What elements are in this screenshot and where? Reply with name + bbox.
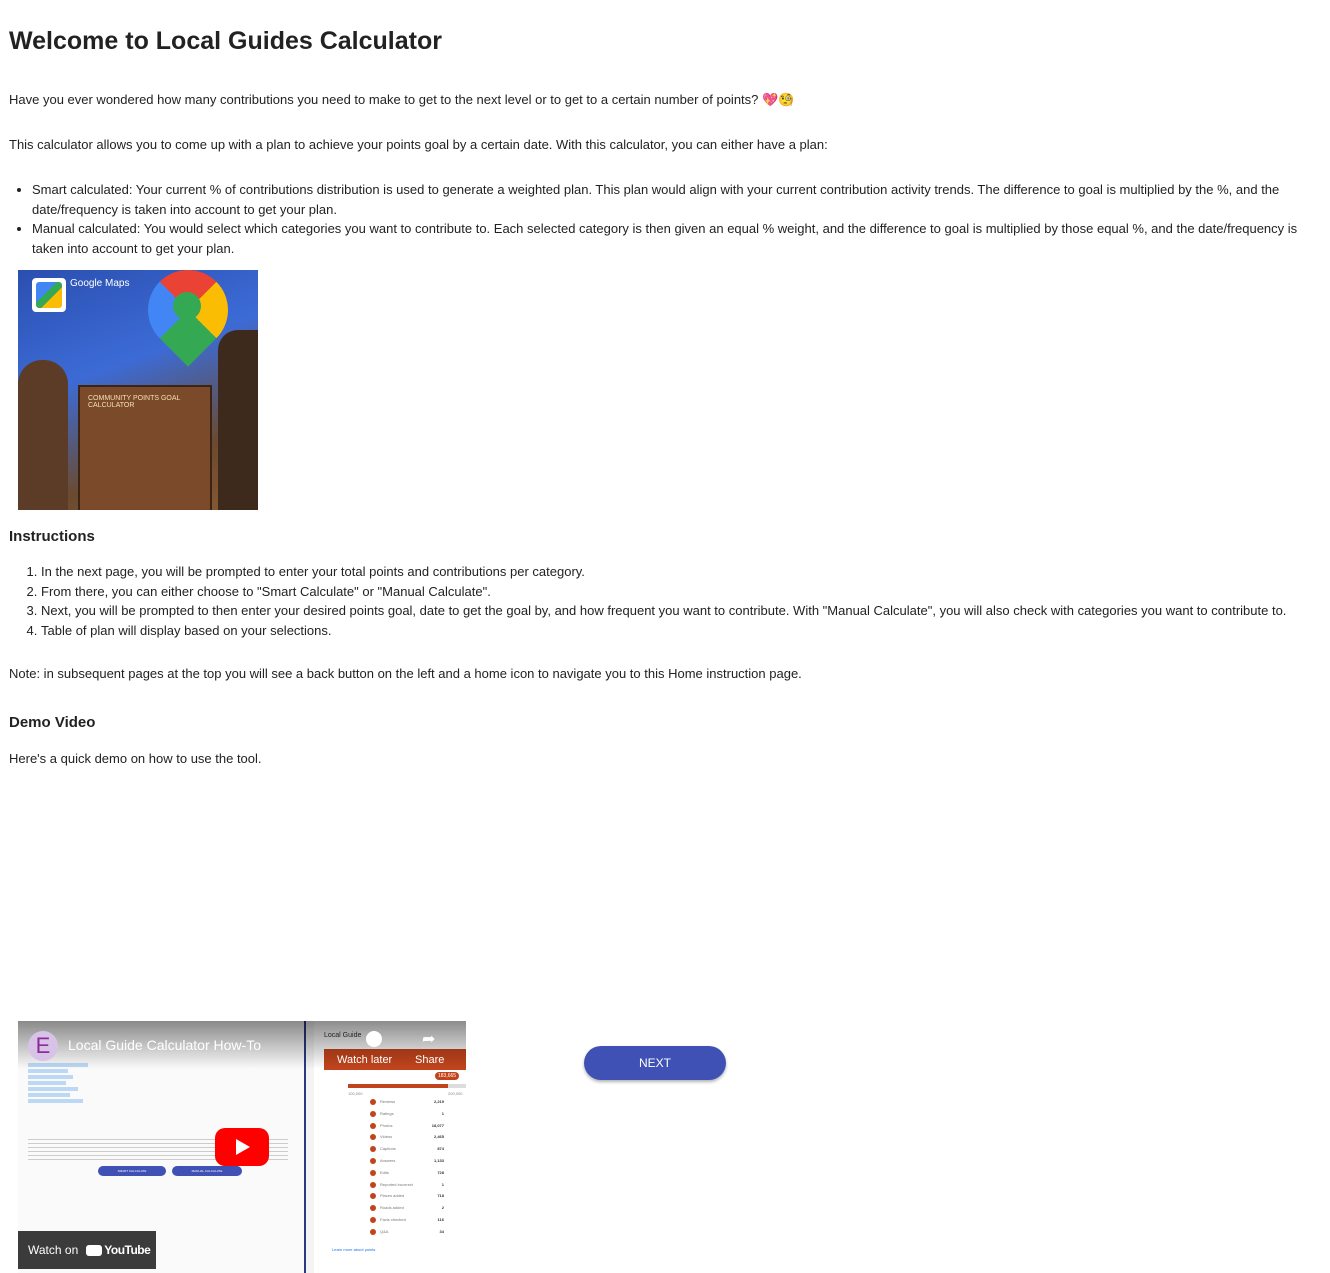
share-icon[interactable]: ➦ — [422, 1029, 435, 1049]
description-text: This calculator allows you to come up wi… — [9, 137, 828, 152]
instruction-step: Table of plan will display based on your… — [41, 621, 1330, 641]
stat-icon — [370, 1110, 376, 1117]
logo-text: Google Maps — [70, 278, 130, 289]
stat-icon — [370, 1169, 376, 1176]
stat-icon — [370, 1181, 376, 1188]
stat-icon — [370, 1146, 376, 1153]
channel-avatar[interactable]: E — [28, 1031, 58, 1061]
video-stat-row: Answers 1,133 — [370, 1158, 444, 1166]
video-stat-row: Reviews 2,219 — [370, 1099, 444, 1107]
stat-icon — [370, 1099, 376, 1105]
play-button[interactable] — [215, 1128, 269, 1166]
plan-list: Smart calculated: Your current % of cont… — [0, 180, 1312, 258]
video-stat-row: Videos 2,465 — [370, 1134, 444, 1142]
stat-icon — [370, 1134, 376, 1141]
stat-icon — [370, 1205, 376, 1212]
video-stat-row: Photos 18,077 — [370, 1122, 444, 1131]
video-smart-button: SMART CALCULATE — [98, 1166, 166, 1176]
stat-icon — [370, 1122, 376, 1129]
youtube-video-embed[interactable]: SMART CALCULATE MANUAL CALCULATE 183,665… — [18, 1021, 466, 1273]
points-box: COMMUNITY POINTS GOAL CALCULATOR — [78, 385, 212, 510]
play-icon — [236, 1139, 250, 1155]
stat-icon — [370, 1217, 376, 1223]
demo-heading: Demo Video — [9, 714, 96, 731]
hero-image: Google Maps COMMUNITY POINTS GOAL CALCUL… — [18, 270, 258, 510]
video-panel-title: Local Guide — [324, 1032, 362, 1039]
instruction-step: Next, you will be prompted to then enter… — [41, 601, 1330, 621]
video-stat-row: Ratings 1 — [370, 1110, 444, 1119]
clock-icon[interactable] — [366, 1031, 382, 1047]
video-title[interactable]: Local Guide Calculator How-To — [68, 1037, 261, 1053]
stat-icon — [370, 1158, 376, 1164]
next-button[interactable]: NEXT — [584, 1046, 726, 1080]
instructions-list: In the next page, you will be prompted t… — [0, 562, 1330, 640]
video-manual-button: MANUAL CALCULATE — [172, 1166, 242, 1176]
instruction-step: In the next page, you will be prompted t… — [41, 562, 1330, 582]
video-stat-row: Places added 718 — [370, 1193, 444, 1201]
plan-smart: Smart calculated: Your current % of cont… — [32, 180, 1312, 219]
video-stat-row: Roads added 2 — [370, 1205, 444, 1213]
instruction-step: From there, you can either choose to "Sm… — [41, 582, 1330, 602]
watch-later-button[interactable]: Watch later — [337, 1054, 392, 1066]
stat-icon — [370, 1193, 376, 1200]
google-maps-logo-icon — [32, 278, 66, 312]
watch-on-youtube-button[interactable]: Watch on YouTube — [18, 1231, 156, 1269]
video-stat-row: Facts checked 116 — [370, 1217, 444, 1225]
video-stat-row: Edits 728 — [370, 1169, 444, 1178]
share-button[interactable]: Share — [415, 1054, 444, 1066]
page-title: Welcome to Local Guides Calculator — [9, 27, 442, 55]
video-stat-row: Q&A 34 — [370, 1228, 444, 1237]
video-stat-row: Captions 874 — [370, 1146, 444, 1154]
video-stat-row: Reported incorrect 1 — [370, 1181, 444, 1190]
instructions-heading: Instructions — [9, 528, 95, 545]
demo-text: Here's a quick demo on how to use the to… — [9, 751, 262, 766]
intro-text: Have you ever wondered how many contribu… — [9, 92, 795, 107]
note-text: Note: in subsequent pages at the top you… — [9, 666, 802, 681]
stat-icon — [370, 1228, 376, 1235]
plan-manual: Manual calculated: You would select whic… — [32, 219, 1312, 258]
youtube-logo-icon — [86, 1244, 103, 1256]
